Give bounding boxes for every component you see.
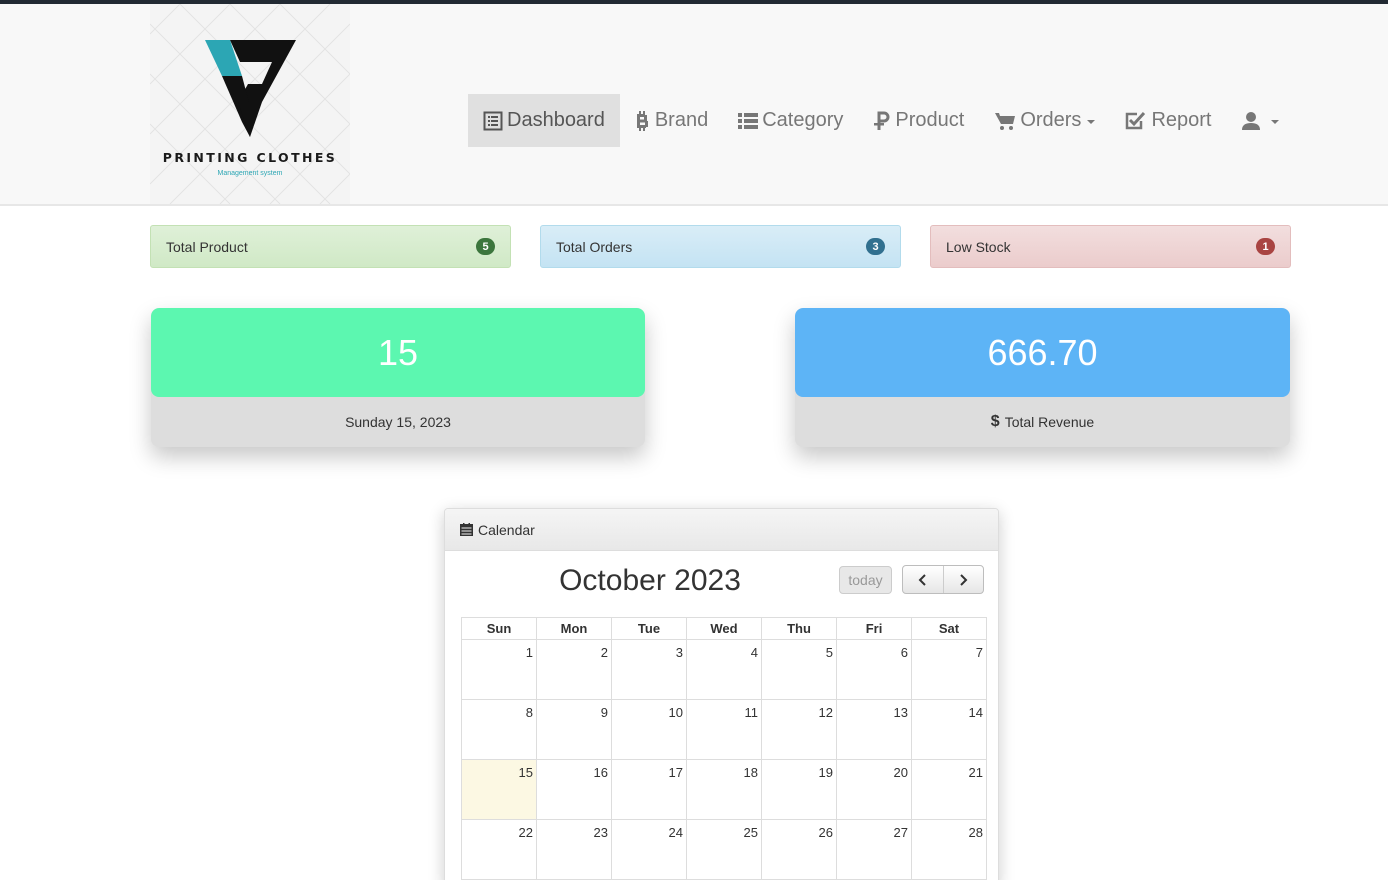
calendar-day[interactable]: 11 [686, 699, 762, 760]
calendar-day[interactable]: 10 [611, 699, 687, 760]
nav-product-label: Product [895, 109, 965, 131]
logo-subtitle: Management system [217, 170, 283, 177]
nav-brand[interactable]: Brand [620, 94, 723, 147]
nav-orders[interactable]: Orders [979, 94, 1110, 147]
weekday-header: Sun [461, 617, 537, 640]
logo-title: PRINTING CLOTHES [162, 150, 338, 165]
calendar-day[interactable]: 5 [761, 639, 837, 700]
chevron-right-icon [960, 573, 968, 586]
calendar-day[interactable]: 24 [611, 819, 687, 880]
calendar-day[interactable]: 8 [461, 699, 537, 760]
calendar-day[interactable]: 28 [911, 819, 987, 880]
count-badge: 3 [866, 238, 885, 255]
stat-total-orders[interactable]: Total Orders 3 [540, 225, 901, 268]
date-card: 15 Sunday 15, 2023 [151, 308, 645, 447]
date-caption: Sunday 15, 2023 [345, 414, 451, 430]
weekday-header: Wed [686, 617, 762, 640]
stat-label: Total Product [166, 238, 248, 255]
nav-category[interactable]: Category [723, 94, 858, 147]
calendar-month-title: October 2023 [559, 564, 741, 597]
date-value: 15 [151, 308, 645, 397]
chevron-down-icon [1271, 120, 1280, 124]
calendar-day[interactable]: 26 [761, 819, 837, 880]
ruble-icon [873, 111, 891, 131]
user-icon [1241, 111, 1261, 131]
weekday-header: Fri [836, 617, 912, 640]
count-badge: 5 [476, 238, 495, 255]
nav-report-label: Report [1151, 109, 1212, 131]
calendar-day[interactable]: 21 [911, 759, 987, 820]
revenue-caption-row: $ Total Revenue [795, 397, 1290, 447]
calendar-day[interactable]: 4 [686, 639, 762, 700]
calendar-day[interactable]: 3 [611, 639, 687, 700]
weekday-header-row: Sun Mon Tue Wed Thu Fri Sat [461, 617, 987, 640]
calendar-day[interactable]: 23 [536, 819, 612, 880]
nav-category-label: Category [762, 109, 844, 131]
calendar-day[interactable]: 13 [836, 699, 912, 760]
calendar-nav [902, 565, 984, 594]
revenue-value: 666.70 [795, 308, 1290, 397]
revenue-caption: Total Revenue [1004, 414, 1095, 430]
calendar-week-row: 1 2 3 4 5 6 7 [461, 639, 987, 700]
list-alt-icon [483, 111, 503, 131]
calendar-week-row: 15 16 17 18 19 20 21 [461, 759, 987, 820]
check-icon [1125, 111, 1147, 131]
list-icon [738, 112, 759, 130]
calendar-day[interactable]: 20 [836, 759, 912, 820]
calendar-day[interactable]: 6 [836, 639, 912, 700]
calendar-icon [460, 523, 473, 536]
today-button[interactable]: today [839, 566, 892, 594]
calendar-day[interactable]: 1 [461, 639, 537, 700]
calendar-day[interactable]: 27 [836, 819, 912, 880]
nav-orders-label: Orders [1020, 109, 1082, 131]
revenue-card: 666.70 $ Total Revenue [795, 308, 1290, 447]
nav-brand-label: Brand [654, 109, 709, 131]
stat-label: Total Orders [556, 238, 633, 255]
bitcoin-icon [635, 110, 651, 131]
weekday-header: Sat [911, 617, 987, 640]
stat-label: Low Stock [946, 238, 1011, 255]
weekday-header: Mon [536, 617, 612, 640]
calendar-panel: Calendar October 2023 today Sun Mon Tue … [444, 508, 999, 880]
calendar-day[interactable]: 2 [536, 639, 612, 700]
navbar: PRINTING CLOTHES Management system Dashb… [0, 4, 1388, 206]
next-month-button[interactable] [942, 566, 984, 593]
calendar-day[interactable]: 7 [911, 639, 987, 700]
nav-dashboard-label: Dashboard [507, 109, 605, 131]
count-badge: 1 [1256, 238, 1275, 255]
dollar-icon: $ [990, 413, 1000, 430]
calendar-day[interactable]: 18 [686, 759, 762, 820]
calendar-day[interactable]: 17 [611, 759, 687, 820]
calendar-day[interactable]: 9 [536, 699, 612, 760]
calendar-day[interactable]: 19 [761, 759, 837, 820]
chevron-down-icon [1087, 120, 1096, 124]
nav-dashboard[interactable]: Dashboard [468, 94, 620, 147]
prev-month-button[interactable] [903, 566, 943, 593]
calendar-day[interactable]: 25 [686, 819, 762, 880]
nav-product[interactable]: Product [858, 94, 979, 147]
weekday-header: Thu [761, 617, 837, 640]
calendar-week-row: 22 23 24 25 26 27 28 [461, 819, 987, 880]
nav-report[interactable]: Report [1110, 94, 1226, 147]
calendar-day[interactable]: 12 [761, 699, 837, 760]
calendar-day-today[interactable]: 15 [461, 759, 537, 820]
calendar-panel-title: Calendar [478, 521, 535, 538]
stat-low-stock[interactable]: Low Stock 1 [930, 225, 1291, 268]
calendar-day[interactable]: 16 [536, 759, 612, 820]
brand-logo[interactable]: PRINTING CLOTHES Management system [150, 4, 350, 204]
calendar-day[interactable]: 14 [911, 699, 987, 760]
weekday-header: Tue [611, 617, 687, 640]
calendar-grid: Sun Mon Tue Wed Thu Fri Sat 1 2 3 4 5 6 … [461, 617, 987, 880]
calendar-week-row: 8 9 10 11 12 13 14 [461, 699, 987, 760]
main-nav: Dashboard Brand Category Product Orders [468, 94, 1294, 147]
calendar-day[interactable]: 22 [461, 819, 537, 880]
calendar-panel-header: Calendar [445, 509, 998, 551]
shopping-cart-icon [994, 111, 1016, 131]
stat-total-product[interactable]: Total Product 5 [150, 225, 511, 268]
chevron-left-icon [918, 573, 926, 586]
nav-user-menu[interactable] [1226, 94, 1294, 147]
